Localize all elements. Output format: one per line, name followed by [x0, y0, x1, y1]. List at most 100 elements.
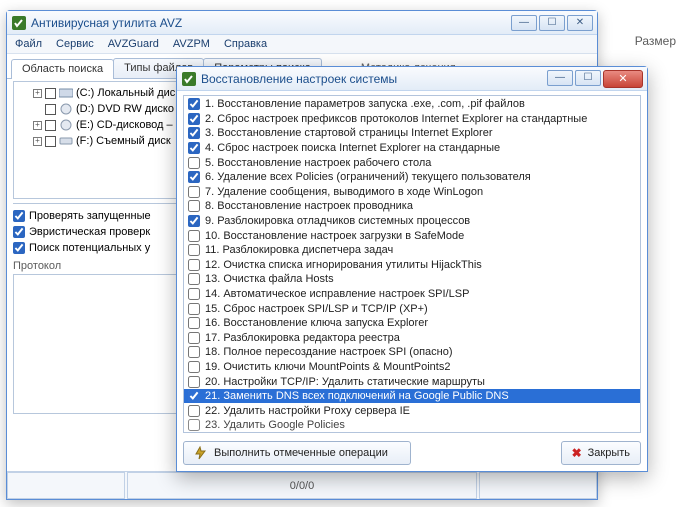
dialog-button-bar: Выполнить отмеченные операции ✖ Закрыть: [183, 441, 641, 465]
restore-item-checkbox[interactable]: [188, 230, 200, 242]
restore-item-checkbox[interactable]: [188, 303, 200, 315]
restore-item[interactable]: 12. Очистка списка игнорирования утилиты…: [184, 258, 640, 273]
restore-item-text: 14. Автоматическое исправление настроек …: [205, 288, 469, 300]
restore-item-checkbox[interactable]: [188, 390, 200, 402]
restore-item-checkbox[interactable]: [188, 259, 200, 271]
restore-item-text: 16. Восстановление ключа запуска Explore…: [205, 317, 428, 329]
restore-item[interactable]: 21. Заменить DNS всех подключений на Goo…: [184, 389, 640, 404]
restore-item-checkbox[interactable]: [188, 317, 200, 329]
restore-item[interactable]: 19. Очистить ключи MountPoints & MountPo…: [184, 360, 640, 375]
restore-item[interactable]: 3. Восстановление стартовой страницы Int…: [184, 126, 640, 141]
status-progress: 0/0/0: [127, 472, 477, 499]
restore-item-checkbox[interactable]: [188, 215, 200, 227]
restore-item[interactable]: 18. Полное пересоздание настроек SPI (оп…: [184, 345, 640, 360]
drive-checkbox[interactable]: [45, 104, 56, 115]
check-heuristic[interactable]: [13, 226, 25, 238]
check-running[interactable]: [13, 210, 25, 222]
restore-item-text: 1. Восстановление параметров запуска .ex…: [205, 98, 525, 110]
restore-item-text: 15. Сброс настроек SPI/LSP и TCP/IP (XP+…: [205, 303, 428, 315]
main-close-button[interactable]: ✕: [567, 15, 593, 31]
restore-item-checkbox[interactable]: [188, 346, 200, 358]
restore-item[interactable]: 2. Сброс настроек префиксов протоколов I…: [184, 112, 640, 127]
menubar: Файл Сервис AVZGuard AVZPM Справка: [7, 35, 597, 54]
dialog-titlebar[interactable]: Восстановление настроек системы — ☐ ✕: [177, 67, 647, 91]
restore-item[interactable]: 15. Сброс настроек SPI/LSP и TCP/IP (XP+…: [184, 301, 640, 316]
restore-item[interactable]: 16. Восстановление ключа запуска Explore…: [184, 316, 640, 331]
restore-item-checkbox[interactable]: [188, 113, 200, 125]
main-title: Антивирусная утилита AVZ: [31, 16, 511, 30]
restore-item[interactable]: 17. Разблокировка редактора реестра: [184, 331, 640, 346]
restore-item[interactable]: 1. Восстановление параметров запуска .ex…: [184, 97, 640, 112]
restore-item[interactable]: 20. Настройки TCP/IP: Удалить статически…: [184, 374, 640, 389]
restore-item-text: 6. Удаление всех Policies (ограничений) …: [205, 171, 531, 183]
restore-item[interactable]: 7. Удаление сообщения, выводимого в ходе…: [184, 185, 640, 200]
restore-item-checkbox[interactable]: [188, 332, 200, 344]
restore-item[interactable]: 5. Восстановление настроек рабочего стол…: [184, 155, 640, 170]
restore-item-text: 12. Очистка списка игнорирования утилиты…: [205, 259, 482, 271]
restore-item-checkbox[interactable]: [188, 171, 200, 183]
drive-label: (Е:) CD-дисковод –: [76, 119, 173, 131]
dialog-maximize-button[interactable]: ☐: [575, 70, 601, 86]
expand-icon[interactable]: +: [33, 89, 42, 98]
restore-item[interactable]: 6. Удаление всех Policies (ограничений) …: [184, 170, 640, 185]
restore-item[interactable]: 11. Разблокировка диспетчера задач: [184, 243, 640, 258]
drive-checkbox[interactable]: [45, 120, 56, 131]
restore-item-checkbox[interactable]: [188, 376, 200, 388]
restore-item-text: 3. Восстановление стартовой страницы Int…: [205, 127, 492, 139]
restore-item[interactable]: 9. Разблокировка отладчиков системных пр…: [184, 214, 640, 229]
tab-search-area[interactable]: Область поиска: [11, 59, 114, 79]
restore-list[interactable]: 1. Восстановление параметров запуска .ex…: [183, 95, 641, 433]
menu-avzguard[interactable]: AVZGuard: [108, 38, 159, 50]
usb-icon: [59, 135, 73, 147]
restore-item-text: 20. Настройки TCP/IP: Удалить статически…: [205, 376, 485, 388]
expand-icon[interactable]: +: [33, 121, 42, 130]
restore-item-checkbox[interactable]: [188, 405, 200, 417]
close-button[interactable]: ✖ Закрыть: [561, 441, 641, 465]
restore-item-checkbox[interactable]: [188, 127, 200, 139]
menu-help[interactable]: Справка: [224, 38, 267, 50]
restore-item-checkbox[interactable]: [188, 142, 200, 154]
restore-item-checkbox[interactable]: [188, 419, 200, 431]
restore-item[interactable]: 4. Сброс настроек поиска Internet Explor…: [184, 141, 640, 156]
menu-file[interactable]: Файл: [15, 38, 42, 50]
drive-checkbox[interactable]: [45, 136, 56, 147]
restore-item[interactable]: 8. Восстановление настроек проводника: [184, 199, 640, 214]
menu-avzpm[interactable]: AVZPM: [173, 38, 210, 50]
restore-item[interactable]: 14. Автоматическое исправление настроек …: [184, 287, 640, 302]
menu-service[interactable]: Сервис: [56, 38, 94, 50]
restore-item-text: 5. Восстановление настроек рабочего стол…: [205, 157, 431, 169]
dialog-close-button[interactable]: ✕: [603, 70, 643, 88]
restore-item-text: 4. Сброс настроек поиска Internet Explor…: [205, 142, 500, 154]
close-x-icon: ✖: [572, 446, 582, 460]
restore-item[interactable]: 13. Очистка файла Hosts: [184, 272, 640, 287]
bolt-icon: [194, 446, 208, 460]
dialog-minimize-button[interactable]: —: [547, 70, 573, 86]
restore-item-checkbox[interactable]: [188, 200, 200, 212]
expand-icon[interactable]: +: [33, 137, 42, 146]
restore-item-text: 17. Разблокировка редактора реестра: [205, 332, 400, 344]
restore-item-text: 22. Удалить настройки Proxy сервера IE: [205, 405, 410, 417]
restore-item[interactable]: 22. Удалить настройки Proxy сервера IE: [184, 403, 640, 418]
main-minimize-button[interactable]: —: [511, 15, 537, 31]
status-cell: [479, 472, 597, 499]
restore-item-text: 11. Разблокировка диспетчера задач: [205, 244, 393, 256]
restore-item[interactable]: 10. Восстановление настроек загрузки в S…: [184, 228, 640, 243]
restore-item-text: 9. Разблокировка отладчиков системных пр…: [205, 215, 470, 227]
cd-icon: [59, 119, 73, 131]
restore-item-checkbox[interactable]: [188, 273, 200, 285]
check-potential[interactable]: [13, 242, 25, 254]
restore-item-checkbox[interactable]: [188, 288, 200, 300]
restore-item[interactable]: 23. Удалить Google Policies: [184, 418, 640, 433]
main-titlebar[interactable]: Антивирусная утилита AVZ — ☐ ✕: [7, 11, 597, 35]
dialog-title: Восстановление настроек системы: [201, 72, 547, 86]
drive-checkbox[interactable]: [45, 88, 56, 99]
restore-item-text: 19. Очистить ключи MountPoints & MountPo…: [205, 361, 450, 373]
restore-item-checkbox[interactable]: [188, 361, 200, 373]
restore-item-checkbox[interactable]: [188, 186, 200, 198]
main-maximize-button[interactable]: ☐: [539, 15, 565, 31]
restore-item-checkbox[interactable]: [188, 244, 200, 256]
app-icon: [11, 15, 27, 31]
restore-item-checkbox[interactable]: [188, 157, 200, 169]
restore-item-checkbox[interactable]: [188, 98, 200, 110]
execute-button[interactable]: Выполнить отмеченные операции: [183, 441, 411, 465]
